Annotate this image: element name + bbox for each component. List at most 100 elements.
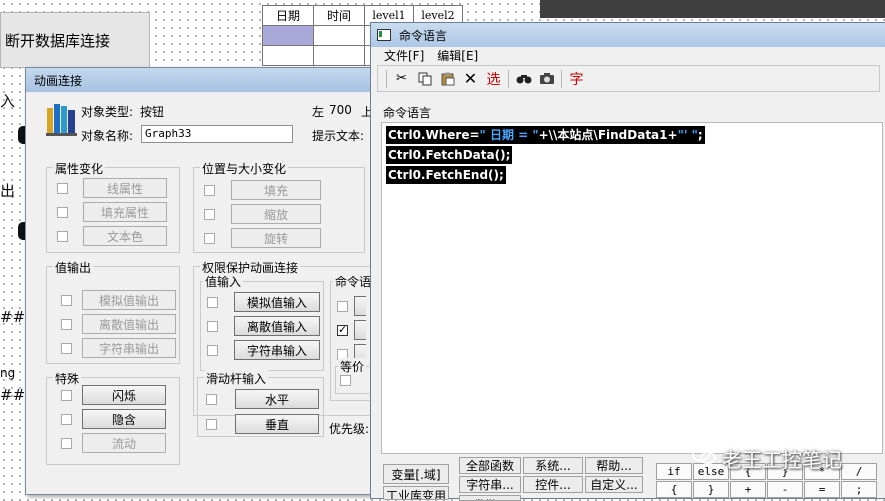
- rotate-button[interactable]: 旋转: [231, 228, 321, 248]
- keypad-equals[interactable]: =: [804, 481, 840, 498]
- discrete-input-button[interactable]: 离散值输入: [234, 316, 320, 336]
- object-type-label: 对象类型:: [81, 105, 134, 119]
- grid-cell[interactable]: [262, 25, 314, 46]
- flow-checkbox[interactable]: [61, 437, 72, 449]
- delete-icon[interactable]: ✕: [462, 69, 479, 88]
- group-title: 属性变化: [53, 160, 106, 177]
- command-window-title: 命令语言: [399, 28, 448, 43]
- toolbar-separator: [386, 69, 387, 88]
- grid-cell[interactable]: [313, 45, 365, 66]
- scale-checkbox[interactable]: [204, 208, 215, 220]
- keypad-plus[interactable]: +: [730, 481, 766, 498]
- fill-attr-checkbox[interactable]: [57, 206, 68, 218]
- line-attr-button[interactable]: 线属性: [83, 178, 167, 198]
- keypad-semicolon[interactable]: ;: [841, 481, 877, 498]
- group-title: 值输入: [203, 273, 244, 290]
- dialog-titlebar[interactable]: 动画连接: [26, 68, 371, 92]
- group-title: 位置与大小变化: [200, 160, 289, 177]
- canvas-fragment-text: ##: [0, 386, 26, 404]
- object-name-input[interactable]: Graph33: [141, 125, 293, 143]
- scissors-icon[interactable]: ✂: [393, 70, 410, 88]
- left-value: 700: [329, 103, 352, 117]
- text-color-button[interactable]: 文本色: [83, 226, 167, 246]
- grid-cell[interactable]: [313, 25, 365, 46]
- menu-edit[interactable]: 编辑[E]: [437, 47, 478, 64]
- group-title: 命令语: [333, 273, 373, 290]
- rotate-checkbox[interactable]: [204, 232, 215, 244]
- copy-icon[interactable]: [416, 70, 433, 88]
- horizontal-checkbox[interactable]: [206, 393, 217, 405]
- blink-button[interactable]: 闪烁: [82, 385, 166, 405]
- string-input-button[interactable]: 字符串输入: [234, 340, 320, 360]
- command-window-titlebar[interactable]: 命令语言: [371, 23, 885, 47]
- analog-input-button[interactable]: 模拟值输入: [234, 292, 320, 312]
- analog-input-checkbox[interactable]: [207, 296, 218, 308]
- find-icon[interactable]: [515, 70, 532, 88]
- font-icon[interactable]: 字: [568, 70, 585, 88]
- code-token: "' ": [677, 128, 698, 142]
- books-icon: [46, 102, 78, 139]
- object-type-value: 按钮: [140, 105, 165, 119]
- hide-button[interactable]: 隐含: [82, 409, 166, 429]
- value-input-group: 值输入 模拟值输入 离散值输入 字符串输入: [200, 273, 324, 371]
- fill-attr-button[interactable]: 填充属性: [83, 202, 167, 222]
- analog-output-checkbox[interactable]: [61, 294, 72, 306]
- control-button[interactable]: 控件...: [523, 476, 583, 493]
- discrete-input-checkbox[interactable]: [207, 320, 218, 332]
- keypad-minus[interactable]: -: [767, 481, 803, 498]
- system-button[interactable]: 系统...: [523, 457, 583, 474]
- analog-output-button[interactable]: 模拟值输出: [82, 290, 176, 310]
- blink-checkbox[interactable]: [61, 389, 72, 401]
- custom-button[interactable]: 自定义...: [585, 476, 643, 493]
- canvas-fragment-text: ##: [0, 308, 26, 326]
- position-size-group: 位置与大小变化 填充 缩放 旋转: [193, 160, 365, 253]
- paste-icon[interactable]: [439, 70, 456, 88]
- fill-checkbox[interactable]: [204, 184, 215, 196]
- grid-cell[interactable]: [262, 45, 314, 66]
- command-checkbox[interactable]: [337, 300, 348, 312]
- canvas-fragment-text: 入: [0, 92, 16, 110]
- keypad-close-brace-2[interactable]: }: [693, 481, 729, 498]
- canvas-fragment-text: ng: [0, 366, 16, 380]
- select-icon[interactable]: 选: [485, 70, 502, 88]
- object-name-label: 对象名称:: [81, 129, 134, 143]
- keypad-if[interactable]: if: [656, 463, 692, 480]
- string-input-checkbox[interactable]: [207, 344, 218, 356]
- replace-icon[interactable]: [538, 70, 555, 88]
- command-checkbox[interactable]: [337, 323, 348, 336]
- vertical-button[interactable]: 垂直: [235, 414, 319, 434]
- group-title: 等价: [338, 358, 367, 375]
- equivalent-key-checkbox[interactable]: [340, 375, 351, 386]
- fill-button[interactable]: 填充: [231, 180, 321, 200]
- string-output-checkbox[interactable]: [61, 342, 72, 354]
- command-button[interactable]: [354, 296, 366, 316]
- flow-button[interactable]: 流动: [82, 433, 166, 453]
- special-group: 特殊 闪烁 隐含 流动: [46, 370, 180, 465]
- vertical-checkbox[interactable]: [206, 418, 217, 430]
- discrete-output-checkbox[interactable]: [61, 318, 72, 330]
- value-output-group: 值输出 模拟值输出 离散值输出 字符串输出: [46, 259, 180, 364]
- industrial-library-button[interactable]: 工业库变用: [383, 486, 449, 500]
- string-functions-button[interactable]: 字符串...: [459, 476, 521, 493]
- horizontal-button[interactable]: 水平: [235, 389, 319, 409]
- command-button[interactable]: [354, 320, 366, 340]
- all-functions-button[interactable]: 全部函数: [459, 457, 521, 474]
- hide-checkbox[interactable]: [61, 413, 72, 425]
- variable-domain-button[interactable]: 变量[.域]: [383, 464, 449, 484]
- canvas-fragment-text: 出: [0, 182, 16, 200]
- menu-file[interactable]: 文件[F]: [384, 47, 424, 64]
- discrete-output-button[interactable]: 离散值输出: [82, 314, 176, 334]
- string-output-button[interactable]: 字符串输出: [82, 338, 176, 358]
- text-color-checkbox[interactable]: [57, 230, 68, 242]
- keypad-open-brace-2[interactable]: {: [656, 481, 692, 498]
- command-editor[interactable]: Ctrl0.Where=" 日期 = "+\\本站点\FindData1+"' …: [381, 122, 883, 454]
- scale-button[interactable]: 缩放: [231, 204, 321, 224]
- disconnect-database-button[interactable]: 断开数据库连接: [0, 12, 150, 68]
- line-attr-checkbox[interactable]: [57, 182, 68, 194]
- keypad-divide[interactable]: /: [841, 463, 877, 480]
- code-line-1: Ctrl0.Where=" 日期 = "+\\本站点\FindData1+"' …: [386, 126, 705, 144]
- math-button[interactable]: 数学...: [459, 495, 521, 501]
- code-line-3: Ctrl0.FetchEnd();: [386, 166, 506, 184]
- help-button[interactable]: 帮助...: [585, 457, 643, 474]
- code-line-2: Ctrl0.FetchData();: [386, 146, 513, 164]
